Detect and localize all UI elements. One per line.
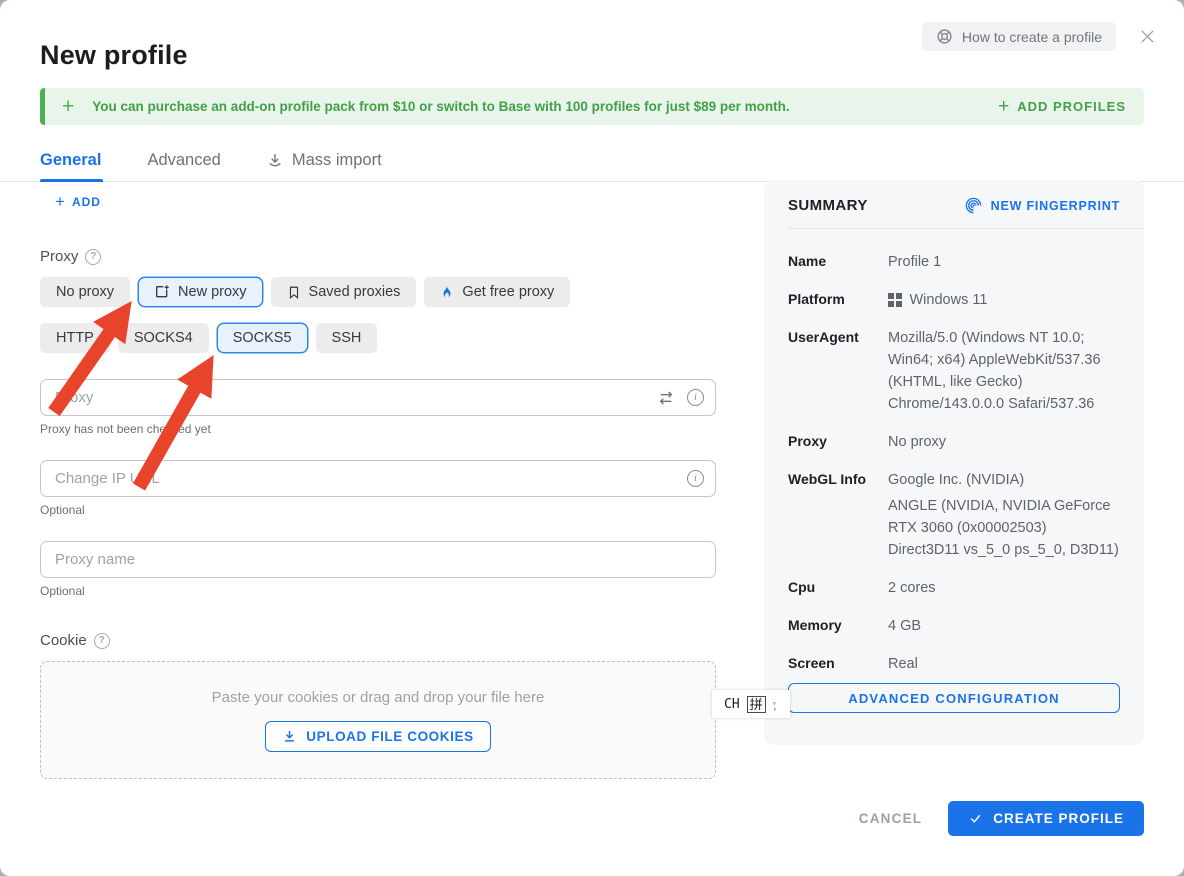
upload-file-cookies-button[interactable]: UPLOAD FILE COOKIES: [265, 721, 490, 752]
info-icon[interactable]: i: [687, 470, 704, 487]
flame-icon: [440, 284, 454, 300]
banner-text: You can purchase an add-on profile pack …: [92, 99, 789, 114]
profile-form: + ADD Proxy ? No proxy New proxy: [40, 192, 716, 779]
change-ip-field-wrap: i: [40, 460, 716, 497]
ime-pinyin-indicator[interactable]: 拼: [747, 696, 766, 713]
dialog-footer: CANCEL CREATE PROFILE: [859, 801, 1144, 836]
summary-title: SUMMARY: [788, 197, 868, 214]
summary-row-platform: Platform Windows 11: [788, 289, 1120, 311]
summary-row-cpu: Cpu 2 cores: [788, 577, 1120, 599]
summary-row-screen: Screen Real: [788, 653, 1120, 675]
ime-language-indicator[interactable]: CH: [724, 697, 740, 712]
active-tab-indicator: [40, 179, 103, 182]
summary-row-webgl: WebGL Info Google Inc. (NVIDIA) ANGLE (N…: [788, 469, 1120, 561]
tab-advanced[interactable]: Advanced: [147, 151, 220, 170]
plus-icon: +: [998, 96, 1009, 118]
new-window-plus-icon: [154, 284, 170, 300]
cookie-drop-hint: Paste your cookies or drag and drop your…: [212, 689, 545, 706]
help-circle-icon[interactable]: ?: [85, 249, 101, 265]
proxy-name-helper-text: Optional: [40, 584, 716, 598]
upload-icon: [282, 729, 297, 744]
proxy-section-label: Proxy ?: [40, 248, 716, 265]
lifebuoy-icon: [936, 28, 953, 45]
protocol-socks5[interactable]: SOCKS5: [217, 323, 308, 353]
proxy-helper-text: Proxy has not been checked yet: [40, 422, 716, 436]
summary-row-memory: Memory 4 GB: [788, 615, 1120, 637]
promo-banner: + You can purchase an add-on profile pac…: [40, 88, 1144, 125]
proxy-mode-no-proxy[interactable]: No proxy: [40, 277, 130, 307]
proxy-name-input[interactable]: [40, 541, 716, 578]
proxy-mode-saved-proxies[interactable]: Saved proxies: [271, 277, 417, 307]
new-profile-dialog: New profile How to create a profile + Yo…: [0, 0, 1184, 876]
tab-general[interactable]: General: [40, 151, 101, 170]
proxy-name-field-wrap: [40, 541, 716, 578]
ime-punctuation-icon[interactable]: 。，: [773, 698, 782, 710]
new-fingerprint-button[interactable]: NEW FINGERPRINT: [964, 196, 1120, 215]
advanced-configuration-button[interactable]: ADVANCED CONFIGURATION: [788, 683, 1120, 713]
cookie-dropzone[interactable]: Paste your cookies or drag and drop your…: [40, 661, 716, 779]
plus-icon: +: [62, 96, 74, 117]
protocol-ssh[interactable]: SSH: [316, 323, 378, 353]
proxy-mode-get-free-proxy[interactable]: Get free proxy: [424, 277, 570, 307]
summary-row-proxy: Proxy No proxy: [788, 431, 1120, 453]
summary-row-name: Name Profile 1: [788, 251, 1120, 273]
proxy-field-wrap: i: [40, 379, 716, 416]
cancel-button[interactable]: CANCEL: [859, 811, 922, 826]
proxy-input[interactable]: [40, 379, 716, 416]
divider: [788, 228, 1144, 229]
help-circle-icon[interactable]: ?: [94, 633, 110, 649]
fingerprint-icon: [964, 196, 983, 215]
tab-bar: General Advanced Mass import: [40, 144, 382, 176]
help-button-label: How to create a profile: [962, 29, 1102, 45]
banner-accent-bar: [40, 88, 45, 125]
add-profiles-button[interactable]: + ADD PROFILES: [998, 96, 1126, 118]
windows-logo-icon: [888, 293, 902, 307]
protocol-socks4[interactable]: SOCKS4: [118, 323, 209, 353]
summary-row-useragent: UserAgent Mozilla/5.0 (Windows NT 10.0; …: [788, 327, 1120, 415]
create-profile-button[interactable]: CREATE PROFILE: [948, 801, 1144, 836]
close-icon[interactable]: [1136, 25, 1158, 47]
swap-icon[interactable]: [657, 390, 675, 406]
ime-toolbar: CH 拼 。，: [712, 690, 790, 718]
summary-panel: SUMMARY NEW FINGERPRINT Name Profile 1: [764, 180, 1144, 745]
check-icon: [968, 812, 983, 825]
change-ip-url-input[interactable]: [40, 460, 716, 497]
download-icon: [267, 152, 283, 168]
protocol-http[interactable]: HTTP: [40, 323, 110, 353]
proxy-mode-group: No proxy New proxy Saved proxies: [40, 277, 716, 307]
add-tag-button[interactable]: + ADD: [55, 192, 101, 212]
bookmark-icon: [287, 285, 301, 300]
proxy-mode-new-proxy[interactable]: New proxy: [138, 277, 263, 307]
cookie-section-label: Cookie ?: [40, 632, 716, 649]
protocol-group: HTTP SOCKS4 SOCKS5 SSH: [40, 323, 716, 353]
info-icon[interactable]: i: [687, 389, 704, 406]
change-ip-helper-text: Optional: [40, 503, 716, 517]
plus-icon: +: [55, 192, 65, 212]
page-title: New profile: [40, 40, 188, 71]
tab-mass-import[interactable]: Mass import: [267, 151, 382, 170]
help-button[interactable]: How to create a profile: [922, 22, 1116, 51]
